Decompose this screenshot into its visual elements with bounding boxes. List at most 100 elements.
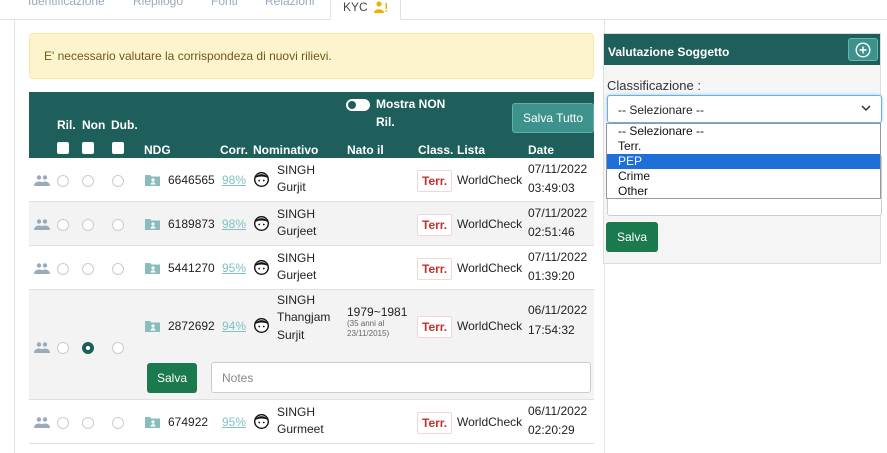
radio-ril[interactable] (57, 342, 69, 354)
name-line2: Gurjit (277, 180, 306, 194)
radio-ril[interactable] (57, 263, 69, 275)
time-value: 17:54:32 (528, 323, 575, 337)
folder-user-icon[interactable] (145, 174, 160, 186)
time-value: 02:20:29 (528, 423, 575, 437)
radio-dub[interactable] (112, 175, 124, 187)
date-value: 07/11/2022 (528, 250, 588, 264)
lista-value: WorldCheck (457, 319, 523, 333)
radio-non[interactable] (82, 417, 94, 429)
name-line1: SINGH (277, 251, 316, 265)
radio-dub[interactable] (112, 417, 124, 429)
corr-link[interactable]: 94% (222, 319, 246, 333)
name-line2: Gurjeet (277, 268, 317, 282)
option-selezionare[interactable]: -- Selezionare -- (607, 124, 880, 139)
folder-user-icon[interactable] (145, 320, 160, 332)
table-row: 6189873 98% SINGH Gurjeet Terr. WorldChe… (29, 202, 594, 246)
table-row: 5441270 95% SINGH Gurjeet Terr. WorldChe… (29, 246, 594, 290)
option-crime[interactable]: Crime (607, 169, 880, 184)
ndg-value: 674922 (168, 415, 209, 429)
date-value: 07/11/2022 (528, 206, 588, 220)
lista-value: WorldCheck (457, 173, 523, 187)
option-other[interactable]: Other (607, 184, 880, 199)
tab-relazioni[interactable]: Relazioni (265, 0, 314, 8)
class-badge: Terr. (417, 170, 453, 192)
ndg-value: 5441270 (168, 261, 215, 275)
birth-note-line1: (35 anni al (347, 319, 385, 328)
radio-ril[interactable] (57, 219, 69, 231)
toggle-label-line1: Mostra NON (376, 97, 446, 111)
header-ndg: NDG (144, 143, 171, 157)
header-nato: Nato il (347, 143, 384, 157)
option-terr[interactable]: Terr. (607, 139, 880, 154)
radio-dub[interactable] (112, 219, 124, 231)
mostra-non-toggle[interactable] (346, 99, 370, 111)
table-header: Ril. Non Dub. Mostra NON Ril. Salva Tutt… (29, 92, 594, 158)
header-lista: Lista (457, 143, 486, 157)
person-icon (254, 260, 269, 275)
table-row: 674922 95% SINGH Gurmeet Terr. WorldChec… (29, 400, 594, 444)
header-corr: Corr. (220, 143, 249, 157)
name-line1: SINGH (277, 405, 316, 419)
ndg-value: 6189873 (168, 217, 215, 231)
folder-user-icon[interactable] (145, 262, 160, 274)
group-icon[interactable] (34, 263, 50, 274)
notes-textarea[interactable]: Notes (211, 362, 591, 393)
group-icon[interactable] (34, 342, 50, 353)
name-line2: Gurmeet (277, 422, 324, 436)
option-pep[interactable]: PEP (607, 154, 880, 169)
radio-ril[interactable] (57, 175, 69, 187)
add-button[interactable] (848, 38, 878, 61)
radio-dub[interactable] (112, 263, 124, 275)
corr-link[interactable]: 95% (222, 415, 246, 429)
tab-kyc[interactable]: KYC (330, 0, 402, 20)
alert-banner: E' necessario valutare la corrispondeza … (29, 33, 594, 79)
user-warning-icon (374, 1, 388, 13)
group-icon[interactable] (34, 417, 50, 428)
date-value: 06/11/2022 (528, 303, 588, 317)
tab-riepilogo[interactable]: Riepilogo (133, 0, 183, 8)
select-all-ril-checkbox[interactable] (57, 142, 69, 154)
lista-value: WorldCheck (457, 415, 523, 429)
radio-non[interactable] (82, 342, 94, 354)
select-all-dub-checkbox[interactable] (112, 142, 124, 154)
panel-header: Valutazione Soggetto (604, 34, 880, 65)
header-dub: Dub. (111, 118, 138, 132)
table-row: 6646565 98% SINGH Gurjit Terr. WorldChec… (29, 158, 594, 202)
radio-non[interactable] (82, 175, 94, 187)
radio-non[interactable] (82, 219, 94, 231)
person-icon (254, 172, 269, 187)
row-save-button[interactable]: Salva (147, 363, 197, 393)
radio-non[interactable] (82, 263, 94, 275)
classificazione-label: Classificazione : (607, 78, 701, 93)
time-value: 02:51:46 (528, 225, 575, 239)
corr-link[interactable]: 98% (222, 217, 246, 231)
select-all-non-checkbox[interactable] (82, 142, 94, 154)
header-nominativo: Nominativo (253, 143, 319, 157)
radio-dub[interactable] (112, 342, 124, 354)
ndg-value: 2872692 (168, 319, 215, 333)
folder-user-icon[interactable] (145, 218, 160, 230)
panel-title: Valutazione Soggetto (608, 45, 730, 59)
toggle-label-line2: Ril. (376, 115, 395, 129)
birth-note-line2: 23/11/2015) (347, 329, 390, 338)
name-line2: Thangjam (277, 310, 331, 324)
name-line2: Gurjeet (277, 224, 317, 238)
save-button[interactable]: Salva (606, 222, 658, 252)
main-panel: E' necessario valutare la corrispondeza … (14, 20, 605, 453)
folder-user-icon[interactable] (145, 416, 160, 428)
classificazione-select[interactable]: -- Selezionare -- (607, 95, 882, 123)
select-value: -- Selezionare -- (618, 103, 705, 117)
corr-link[interactable]: 98% (222, 173, 246, 187)
save-all-button[interactable]: Salva Tutto (512, 103, 594, 133)
tab-bar: Identificazione Riepilogo Fonti Relazion… (0, 0, 887, 20)
birth-date: 1979~1981 (35 anni al 23/11/2015) (347, 305, 407, 339)
name-line1: SINGH (277, 163, 316, 177)
corr-link[interactable]: 95% (222, 261, 246, 275)
tab-fonti[interactable]: Fonti (211, 0, 238, 8)
group-icon[interactable] (34, 175, 50, 186)
group-icon[interactable] (34, 219, 50, 230)
person-icon (254, 318, 269, 333)
radio-ril[interactable] (57, 417, 69, 429)
tab-identificazione[interactable]: Identificazione (28, 0, 105, 8)
lista-value: WorldCheck (457, 217, 523, 231)
